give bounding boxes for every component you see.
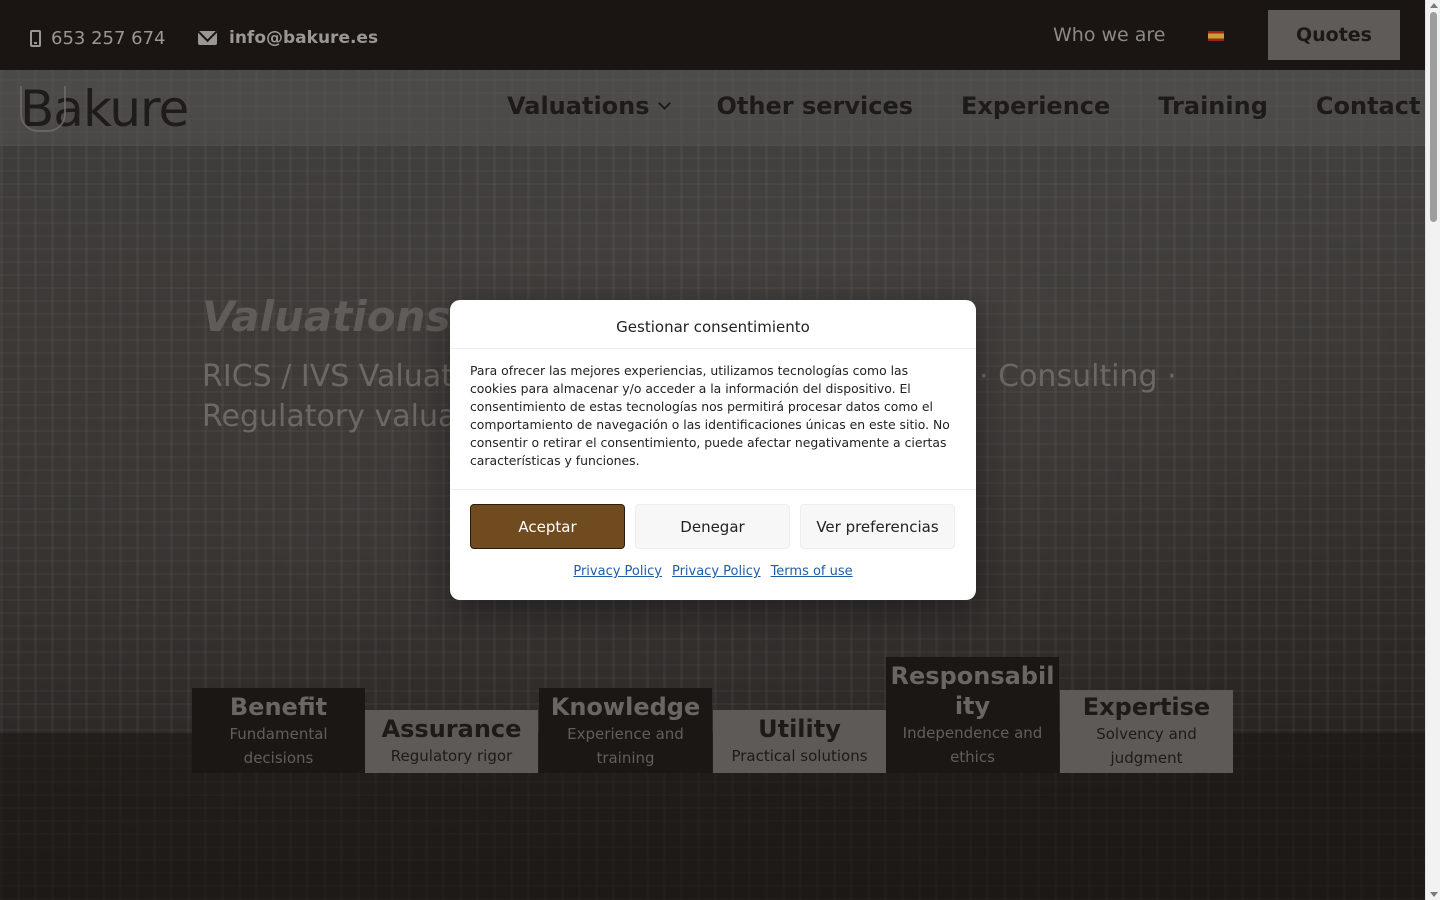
main-header: Bakure Valuations Other services Experie… (0, 70, 1425, 146)
top-phone-link[interactable]: 653 257 674 (30, 28, 166, 49)
chevron-down-icon (657, 97, 671, 110)
hero-title: Valuations (202, 292, 451, 341)
nav-item-contact[interactable]: Contact (1316, 92, 1421, 120)
value-card-utility: Utility Practical solutions (713, 710, 886, 773)
top-bar: 653 257 674 info@bakure.es Who we are Qu… (0, 0, 1425, 70)
page-scrollbar[interactable] (1425, 0, 1440, 900)
scroll-up-arrow-icon[interactable] (1430, 3, 1438, 8)
nav-item-training[interactable]: Training (1158, 92, 1268, 120)
value-card-title: Benefit (229, 693, 328, 721)
privacy-policy-link[interactable]: Privacy Policy (573, 564, 662, 579)
value-card-expertise: Expertise Solvency and judgment (1060, 690, 1233, 773)
spain-flag-icon[interactable] (1208, 31, 1224, 41)
envelope-icon (198, 31, 217, 45)
value-card-subtitle: Independence and ethics (902, 724, 1043, 766)
logo-mark-icon (20, 86, 66, 132)
divider (450, 348, 976, 349)
value-card-knowledge: Knowledge Experience and training (539, 688, 712, 773)
top-email-link[interactable]: info@bakure.es (198, 28, 378, 48)
who-we-are-link[interactable]: Who we are (1053, 24, 1166, 46)
email-address: info@bakure.es (229, 28, 379, 48)
terms-of-use-link[interactable]: Terms of use (771, 564, 853, 579)
phone-icon (30, 30, 41, 47)
value-card-title: Responsability (890, 662, 1055, 720)
main-nav: Valuations Other services Experience Tra… (507, 92, 1420, 120)
value-card-responsability: Responsability Independence and ethics (886, 657, 1059, 773)
scrollbar-thumb[interactable] (1430, 12, 1437, 222)
site-logo[interactable]: Bakure (20, 84, 189, 134)
nav-label: Valuations (507, 92, 650, 120)
value-card-title: Assurance (381, 715, 522, 743)
value-card-subtitle: Fundamental decisions (229, 725, 328, 767)
nav-item-experience[interactable]: Experience (961, 92, 1110, 120)
value-card-title: Knowledge (550, 693, 701, 721)
consent-dialog: Gestionar consentimiento Para ofrecer la… (450, 300, 976, 600)
quotes-button[interactable]: Quotes (1268, 10, 1400, 60)
nav-item-valuations[interactable]: Valuations (507, 92, 671, 120)
divider (450, 489, 976, 490)
consent-body-text: Para ofrecer las mejores experiencias, u… (470, 363, 950, 468)
scroll-down-arrow-icon[interactable] (1430, 892, 1438, 897)
value-card-subtitle: Regulatory rigor (390, 747, 513, 765)
value-card-subtitle: Solvency and judgment (1096, 725, 1197, 767)
consent-links: Privacy Policy Privacy Policy Terms of u… (450, 564, 976, 579)
phone-number: 653 257 674 (51, 28, 166, 49)
view-preferences-button[interactable]: Ver preferencias (800, 504, 955, 549)
deny-button[interactable]: Denegar (635, 504, 790, 549)
value-cards: Benefit Fundamental decisions Assurance … (192, 655, 1233, 773)
accept-button[interactable]: Aceptar (470, 504, 625, 549)
value-card-subtitle: Experience and training (567, 725, 684, 767)
value-card-assurance: Assurance Regulatory rigor (365, 710, 538, 773)
value-card-title: Expertise (1082, 693, 1211, 721)
value-card-title: Utility (758, 715, 841, 743)
value-card-benefit: Benefit Fundamental decisions (192, 688, 365, 773)
value-card-subtitle: Practical solutions (731, 747, 868, 765)
nav-item-other-services[interactable]: Other services (717, 92, 914, 120)
consent-title: Gestionar consentimiento (616, 318, 810, 336)
privacy-policy-link-2[interactable]: Privacy Policy (672, 564, 761, 579)
